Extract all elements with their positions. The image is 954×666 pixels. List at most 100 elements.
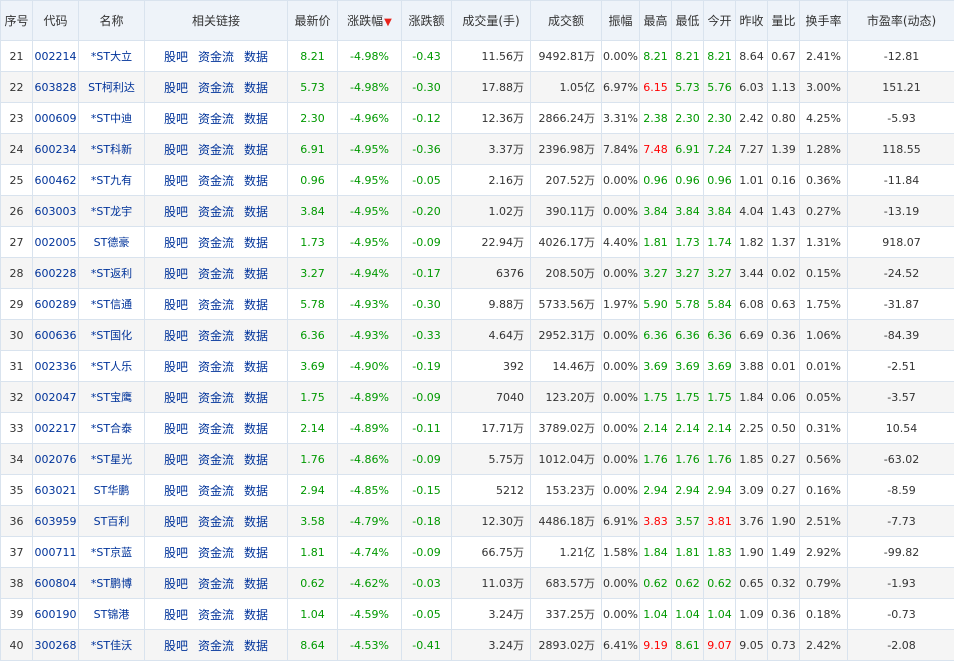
stock-code-link[interactable]: 600190 [32, 598, 79, 630]
guba-link[interactable]: 股吧 [164, 205, 188, 219]
data-link[interactable]: 数据 [244, 81, 268, 95]
stock-name-link[interactable]: *ST国化 [78, 319, 145, 351]
col-header-pe[interactable]: 市盈率(动态) [847, 0, 954, 41]
stock-name-link[interactable]: ST百利 [78, 505, 145, 537]
guba-link[interactable]: 股吧 [164, 112, 188, 126]
col-header-code[interactable]: 代码 [32, 0, 79, 41]
stock-name-link[interactable]: *ST龙宇 [78, 195, 145, 227]
stock-code-link[interactable]: 002214 [32, 40, 79, 72]
fund-flow-link[interactable]: 资金流 [198, 205, 234, 219]
col-header-volume-ratio[interactable]: 量比 [767, 0, 800, 41]
fund-flow-link[interactable]: 资金流 [198, 577, 234, 591]
fund-flow-link[interactable]: 资金流 [198, 608, 234, 622]
fund-flow-link[interactable]: 资金流 [198, 236, 234, 250]
stock-name-link[interactable]: *ST京蓝 [78, 536, 145, 568]
stock-name-link[interactable]: *ST合泰 [78, 412, 145, 444]
guba-link[interactable]: 股吧 [164, 391, 188, 405]
stock-code-link[interactable]: 603959 [32, 505, 79, 537]
stock-code-link[interactable]: 002005 [32, 226, 79, 258]
stock-code-link[interactable]: 000609 [32, 102, 79, 134]
stock-code-link[interactable]: 600636 [32, 319, 79, 351]
guba-link[interactable]: 股吧 [164, 50, 188, 64]
data-link[interactable]: 数据 [244, 174, 268, 188]
stock-code-link[interactable]: 603021 [32, 474, 79, 506]
stock-name-link[interactable]: ST柯利达 [78, 71, 145, 103]
guba-link[interactable]: 股吧 [164, 422, 188, 436]
data-link[interactable]: 数据 [244, 50, 268, 64]
fund-flow-link[interactable]: 资金流 [198, 174, 234, 188]
stock-name-link[interactable]: *ST佳沃 [78, 629, 145, 661]
fund-flow-link[interactable]: 资金流 [198, 329, 234, 343]
stock-code-link[interactable]: 603003 [32, 195, 79, 227]
data-link[interactable]: 数据 [244, 267, 268, 281]
stock-name-link[interactable]: *ST中迪 [78, 102, 145, 134]
data-link[interactable]: 数据 [244, 143, 268, 157]
stock-name-link[interactable]: ST锦港 [78, 598, 145, 630]
stock-name-link[interactable]: ST德豪 [78, 226, 145, 258]
col-header-amplitude[interactable]: 振幅 [601, 0, 640, 41]
data-link[interactable]: 数据 [244, 515, 268, 529]
stock-name-link[interactable]: *ST返利 [78, 257, 145, 289]
col-header-no[interactable]: 序号 [0, 0, 33, 41]
fund-flow-link[interactable]: 资金流 [198, 50, 234, 64]
fund-flow-link[interactable]: 资金流 [198, 546, 234, 560]
data-link[interactable]: 数据 [244, 608, 268, 622]
fund-flow-link[interactable]: 资金流 [198, 81, 234, 95]
fund-flow-link[interactable]: 资金流 [198, 143, 234, 157]
data-link[interactable]: 数据 [244, 484, 268, 498]
stock-code-link[interactable]: 002217 [32, 412, 79, 444]
col-header-prev-close[interactable]: 昨收 [735, 0, 768, 41]
stock-code-link[interactable]: 000711 [32, 536, 79, 568]
col-header-open[interactable]: 今开 [703, 0, 736, 41]
guba-link[interactable]: 股吧 [164, 546, 188, 560]
col-header-amount[interactable]: 成交额 [530, 0, 602, 41]
guba-link[interactable]: 股吧 [164, 174, 188, 188]
fund-flow-link[interactable]: 资金流 [198, 515, 234, 529]
data-link[interactable]: 数据 [244, 546, 268, 560]
data-link[interactable]: 数据 [244, 453, 268, 467]
data-link[interactable]: 数据 [244, 236, 268, 250]
data-link[interactable]: 数据 [244, 329, 268, 343]
data-link[interactable]: 数据 [244, 422, 268, 436]
data-link[interactable]: 数据 [244, 205, 268, 219]
col-header-high[interactable]: 最高 [639, 0, 672, 41]
col-header-turnover[interactable]: 换手率 [799, 0, 848, 41]
data-link[interactable]: 数据 [244, 298, 268, 312]
data-link[interactable]: 数据 [244, 112, 268, 126]
guba-link[interactable]: 股吧 [164, 577, 188, 591]
guba-link[interactable]: 股吧 [164, 267, 188, 281]
fund-flow-link[interactable]: 资金流 [198, 453, 234, 467]
guba-link[interactable]: 股吧 [164, 298, 188, 312]
stock-code-link[interactable]: 603828 [32, 71, 79, 103]
guba-link[interactable]: 股吧 [164, 515, 188, 529]
col-header-chg[interactable]: 涨跌额 [401, 0, 452, 41]
guba-link[interactable]: 股吧 [164, 484, 188, 498]
guba-link[interactable]: 股吧 [164, 81, 188, 95]
stock-code-link[interactable]: 002076 [32, 443, 79, 475]
stock-code-link[interactable]: 600228 [32, 257, 79, 289]
stock-name-link[interactable]: ST华鹏 [78, 474, 145, 506]
guba-link[interactable]: 股吧 [164, 639, 188, 653]
stock-code-link[interactable]: 600804 [32, 567, 79, 599]
fund-flow-link[interactable]: 资金流 [198, 391, 234, 405]
col-header-name[interactable]: 名称 [78, 0, 145, 41]
col-header-low[interactable]: 最低 [671, 0, 704, 41]
fund-flow-link[interactable]: 资金流 [198, 267, 234, 281]
data-link[interactable]: 数据 [244, 391, 268, 405]
guba-link[interactable]: 股吧 [164, 143, 188, 157]
guba-link[interactable]: 股吧 [164, 236, 188, 250]
fund-flow-link[interactable]: 资金流 [198, 639, 234, 653]
data-link[interactable]: 数据 [244, 577, 268, 591]
guba-link[interactable]: 股吧 [164, 360, 188, 374]
stock-name-link[interactable]: *ST信通 [78, 288, 145, 320]
stock-name-link[interactable]: *ST宝鹰 [78, 381, 145, 413]
stock-name-link[interactable]: *ST人乐 [78, 350, 145, 382]
fund-flow-link[interactable]: 资金流 [198, 360, 234, 374]
guba-link[interactable]: 股吧 [164, 453, 188, 467]
stock-code-link[interactable]: 600289 [32, 288, 79, 320]
stock-name-link[interactable]: *ST鹏博 [78, 567, 145, 599]
fund-flow-link[interactable]: 资金流 [198, 484, 234, 498]
data-link[interactable]: 数据 [244, 360, 268, 374]
fund-flow-link[interactable]: 资金流 [198, 298, 234, 312]
fund-flow-link[interactable]: 资金流 [198, 422, 234, 436]
